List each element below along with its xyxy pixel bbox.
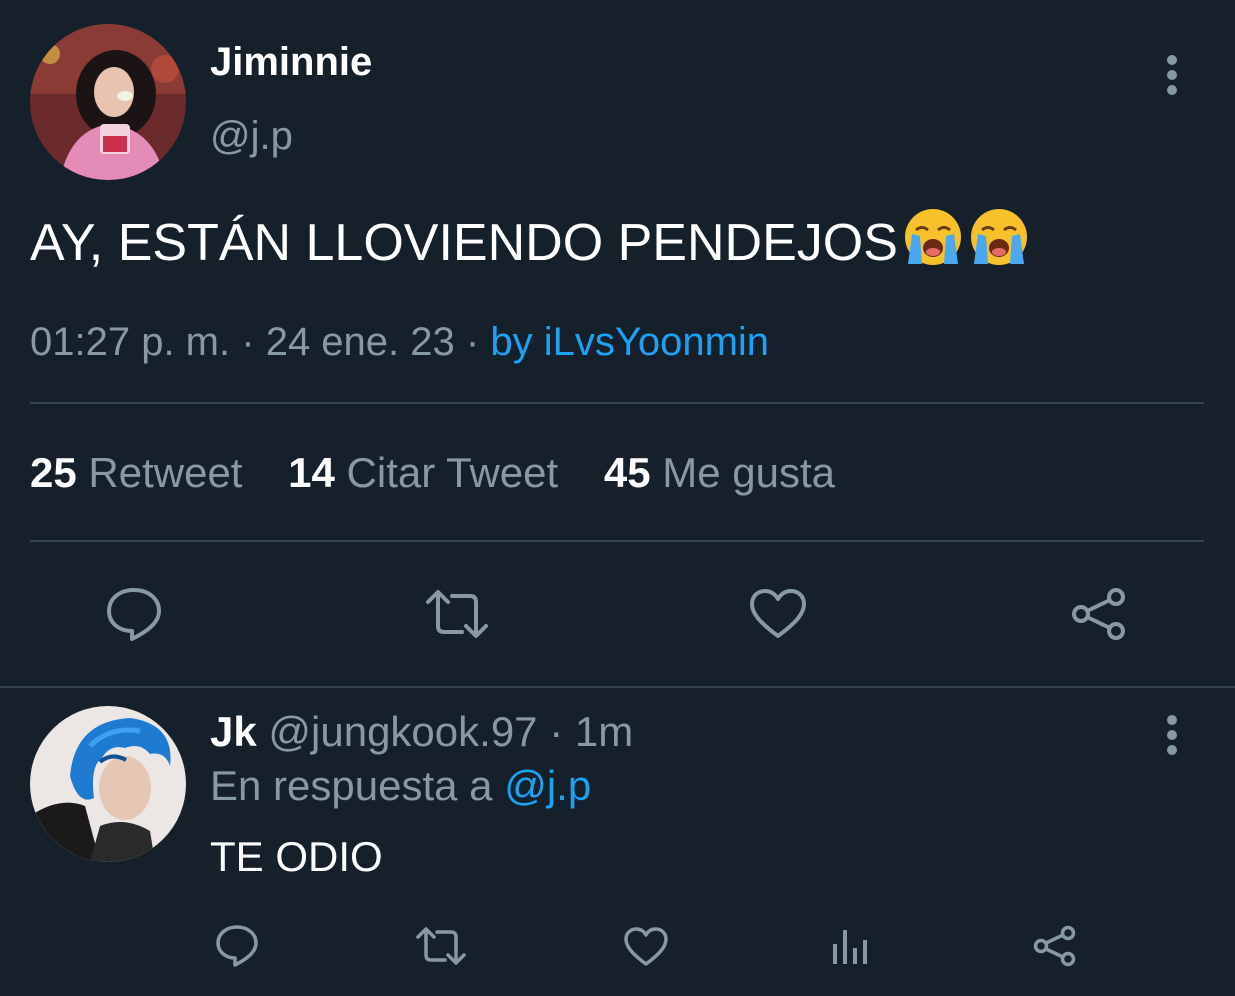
main-tweet: Jiminnie @j.p AY, ESTÁN LLOVIENDO PENDEJ… xyxy=(0,0,1235,687)
quote-stat[interactable]: 14 Citar Tweet xyxy=(288,448,558,498)
heart-icon[interactable] xyxy=(623,926,669,968)
quote-count: 14 xyxy=(288,449,335,496)
reply-header: Jk @jungkook.97 · 1m xyxy=(210,707,633,757)
retweet-icon[interactable] xyxy=(415,926,467,966)
analytics-icon[interactable] xyxy=(830,926,870,966)
tweet-text: AY, ESTÁN LLOVIENDO PENDEJOS xyxy=(30,206,1030,283)
separator-dot: · xyxy=(549,708,564,755)
like-label: Me gusta xyxy=(662,449,835,496)
share-icon[interactable] xyxy=(1032,924,1078,968)
more-vertical-icon[interactable] xyxy=(1157,52,1187,102)
display-name[interactable]: Jiminnie xyxy=(210,38,372,86)
tweet-text-content: AY, ESTÁN LLOVIENDO PENDEJOS xyxy=(30,214,898,272)
reply-time[interactable]: 1m xyxy=(575,708,633,755)
reply-prefix: En respuesta a xyxy=(210,762,493,809)
reply-text: TE ODIO xyxy=(210,833,383,880)
tweet-stats: 25 Retweet 14 Citar Tweet 45 Me gusta xyxy=(30,448,869,498)
reply-mention-link[interactable]: @j.p xyxy=(504,762,591,809)
separator-dot: · xyxy=(241,320,255,364)
tweet-time[interactable]: 01:27 p. m. xyxy=(30,320,230,364)
reply-display-name[interactable]: Jk xyxy=(210,708,257,755)
loudly-crying-face-icon xyxy=(904,209,961,265)
like-count: 45 xyxy=(603,449,651,496)
profile-photo xyxy=(30,706,186,862)
divider xyxy=(30,540,1204,542)
retweet-stat[interactable]: 25 Retweet xyxy=(30,448,242,498)
comment-icon[interactable] xyxy=(104,586,164,642)
tweet-meta: 01:27 p. m. · 24 ene. 23 · by iLvsYoonmi… xyxy=(30,318,769,366)
profile-photo xyxy=(30,24,186,180)
share-icon[interactable] xyxy=(1070,586,1128,642)
divider xyxy=(30,402,1204,404)
retweet-label: Retweet xyxy=(88,449,243,496)
emoji-group xyxy=(898,206,1030,283)
tweet-client[interactable]: by iLvsYoonmin xyxy=(490,320,769,364)
comment-icon[interactable] xyxy=(214,924,260,968)
retweet-icon[interactable] xyxy=(424,588,490,640)
retweet-count: 25 xyxy=(30,449,77,496)
more-vertical-icon[interactable] xyxy=(1157,712,1187,762)
avatar[interactable] xyxy=(30,24,186,180)
divider xyxy=(0,686,1235,688)
quote-label: Citar Tweet xyxy=(346,449,559,496)
user-handle[interactable]: @j.p xyxy=(210,112,293,160)
like-stat[interactable]: 45 Me gusta xyxy=(604,448,835,498)
heart-icon[interactable] xyxy=(749,588,807,640)
loudly-crying-face-icon xyxy=(970,209,1027,265)
tweet-date[interactable]: 24 ene. 23 xyxy=(266,320,455,364)
reply-user-handle[interactable]: @jungkook.97 xyxy=(268,708,537,755)
reply-context: En respuesta a @j.p xyxy=(210,761,591,811)
separator-dot: · xyxy=(465,320,480,364)
reply-avatar[interactable] xyxy=(30,706,186,862)
